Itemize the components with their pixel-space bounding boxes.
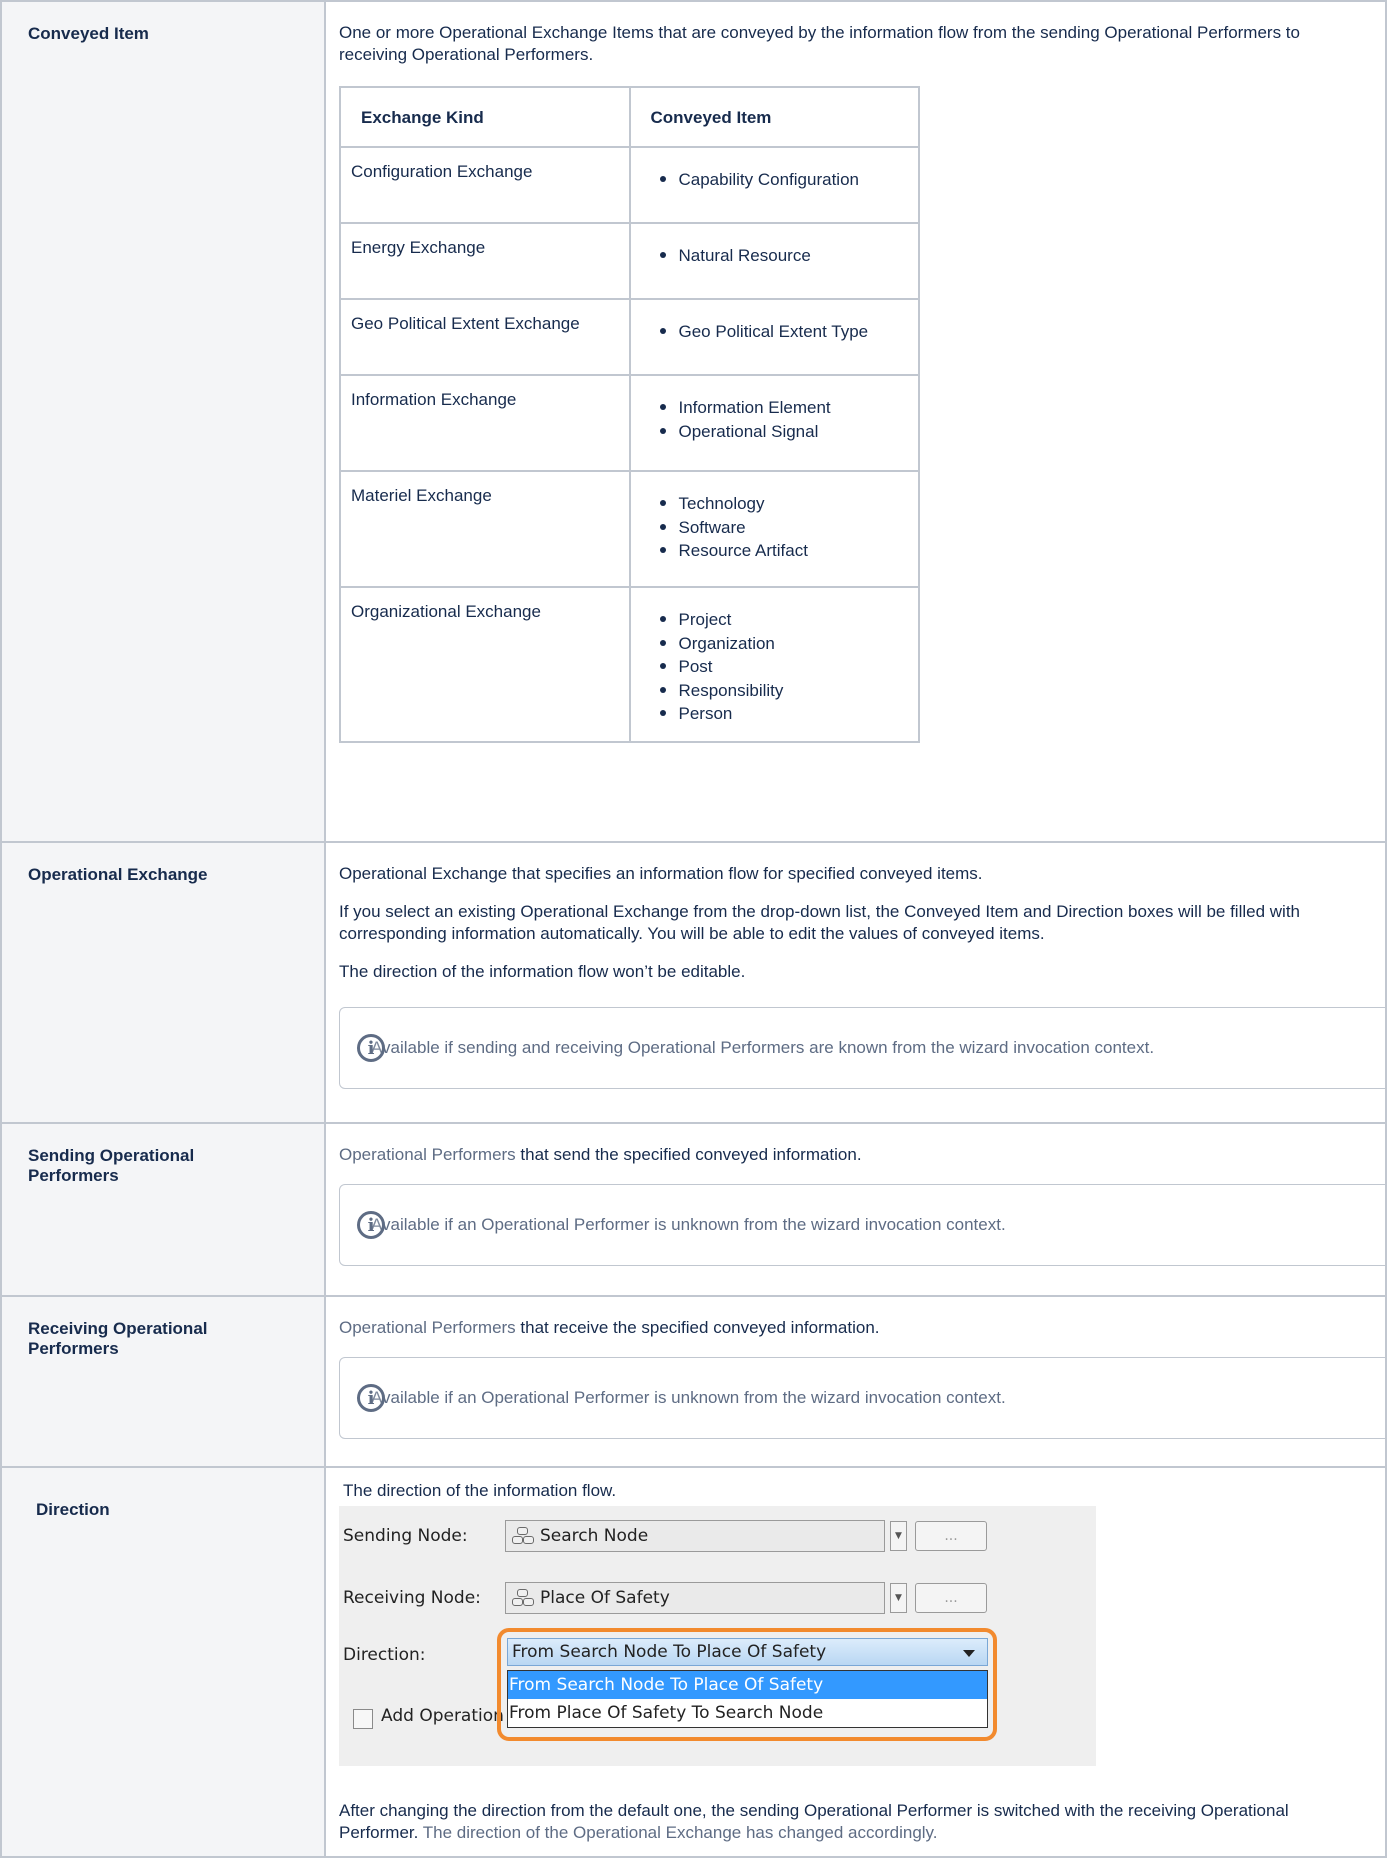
- row-content: The direction of the information flow. S…: [324, 1466, 1387, 1858]
- description: Operational Performers that send the spe…: [339, 1144, 1371, 1166]
- list-item: Natural Resource: [659, 244, 909, 268]
- description-text: that receive the specified conveyed info…: [515, 1318, 880, 1337]
- description: After changing the direction from the de…: [339, 1800, 1371, 1844]
- row-sending-performers: Sending Operational Performers Operation…: [0, 1122, 1387, 1297]
- info-panel: i Available if an Operational Performer …: [339, 1357, 1387, 1439]
- exchange-kind: Information Exchange: [339, 374, 631, 472]
- browse-button[interactable]: ...: [915, 1583, 987, 1613]
- exchange-kind: Materiel Exchange: [339, 470, 631, 588]
- info-panel: i Available if an Operational Performer …: [339, 1184, 1387, 1266]
- row-operational-exchange: Operational Exchange Operational Exchang…: [0, 841, 1387, 1124]
- direction-option[interactable]: From Search Node To Place Of Safety: [508, 1671, 987, 1699]
- info-text: Available if an Operational Performer is…: [371, 1388, 1006, 1407]
- list-item: Information Element: [659, 396, 909, 420]
- row-direction: Direction The direction of the informati…: [0, 1466, 1387, 1858]
- list-item: Organization: [659, 632, 909, 656]
- list-item: Post: [659, 655, 909, 679]
- direction-select[interactable]: From Search Node To Place Of Safety: [507, 1638, 988, 1666]
- add-operation-checkbox[interactable]: [353, 1709, 373, 1729]
- table-row: Materiel Exchange Technology Software Re…: [339, 470, 920, 588]
- operational-performers-link[interactable]: Operational Performers: [339, 1145, 516, 1164]
- row-conveyed-item: Conveyed Item One or more Operational Ex…: [0, 0, 1387, 843]
- row-content: Operational Performers that send the spe…: [324, 1122, 1387, 1297]
- description: If you select an existing Operational Ex…: [339, 902, 1300, 943]
- table-row: Configuration Exchange Capability Config…: [339, 146, 920, 224]
- info-panel: i Available if sending and receiving Ope…: [339, 1007, 1387, 1089]
- node-icon: [512, 1527, 534, 1545]
- direction-option[interactable]: From Place Of Safety To Search Node: [508, 1699, 987, 1727]
- label-line: Performers: [28, 1339, 119, 1358]
- description-text: that send the specified conveyed informa…: [515, 1145, 862, 1164]
- sending-node-label: Sending Node:: [343, 1526, 468, 1546]
- label-line: Sending Operational: [28, 1146, 195, 1165]
- sending-node-value: Search Node: [540, 1526, 649, 1546]
- conveyed-items: Capability Configuration: [628, 146, 920, 224]
- browse-button[interactable]: ...: [915, 1521, 987, 1551]
- direction-screenshot: Sending Node: Search Node ▼ ... Receivin…: [339, 1506, 1096, 1766]
- label-line: Performers: [28, 1166, 119, 1185]
- list-item: Technology: [659, 492, 909, 516]
- direction-label: Direction:: [343, 1645, 426, 1665]
- row-content: Operational Performers that receive the …: [324, 1295, 1387, 1468]
- add-operation-label: Add Operation: [381, 1706, 504, 1726]
- list-item: Person: [659, 702, 909, 726]
- row-label: Conveyed Item: [0, 0, 326, 843]
- row-content: Operational Exchange that specifies an i…: [324, 841, 1387, 1124]
- exchange-kind-table: Exchange Kind Conveyed Item Configuratio…: [339, 86, 920, 743]
- list-item: Project: [659, 608, 909, 632]
- list-item: Resource Artifact: [659, 539, 909, 563]
- info-text: Available if an Operational Performer is…: [371, 1215, 1006, 1234]
- list-item: Responsibility: [659, 679, 909, 703]
- properties-table: Conveyed Item One or more Operational Ex…: [0, 0, 1387, 1858]
- list-item: Operational Signal: [659, 420, 909, 444]
- info-icon: i: [357, 1211, 385, 1239]
- dropdown-arrow-icon[interactable]: ▼: [890, 1521, 907, 1551]
- description: The direction of the information flow wo…: [339, 962, 746, 981]
- table-row: Information Exchange Information Element…: [339, 374, 920, 472]
- description-note: The direction of the Operational Exchang…: [418, 1823, 938, 1842]
- table-row: Organizational Exchange Project Organiza…: [339, 586, 920, 743]
- highlight-frame: From Search Node To Place Of Safety From…: [497, 1628, 997, 1741]
- direction-value: From Search Node To Place Of Safety: [512, 1642, 827, 1662]
- description: The direction of the information flow.: [343, 1481, 617, 1500]
- operational-performers-link[interactable]: Operational Performers: [339, 1318, 516, 1337]
- info-text: Available if sending and receiving Opera…: [371, 1038, 1155, 1057]
- row-content: One or more Operational Exchange Items t…: [324, 0, 1387, 843]
- receiving-node-value: Place Of Safety: [540, 1588, 670, 1608]
- conveyed-items: Natural Resource: [628, 222, 920, 300]
- info-icon: i: [357, 1384, 385, 1412]
- label-line: Receiving Operational: [28, 1319, 208, 1338]
- receiving-node-combo[interactable]: Place Of Safety: [505, 1582, 885, 1614]
- row-label: Operational Exchange: [0, 841, 326, 1124]
- conveyed-items: Geo Political Extent Type: [628, 298, 920, 376]
- table-row: Energy Exchange Natural Resource: [339, 222, 920, 300]
- direction-options: From Search Node To Place Of Safety From…: [507, 1670, 988, 1728]
- exchange-kind: Configuration Exchange: [339, 146, 631, 224]
- description: Operational Performers that receive the …: [339, 1317, 1371, 1339]
- conveyed-items: Information Element Operational Signal: [628, 374, 920, 472]
- column-header: Conveyed Item: [628, 86, 920, 148]
- exchange-kind: Geo Political Extent Exchange: [339, 298, 631, 376]
- chevron-down-icon: [963, 1650, 975, 1657]
- exchange-kind: Energy Exchange: [339, 222, 631, 300]
- row-label: Sending Operational Performers: [0, 1122, 326, 1297]
- conveyed-items: Technology Software Resource Artifact: [628, 470, 920, 588]
- receiving-node-label: Receiving Node:: [343, 1588, 481, 1608]
- list-item: Software: [659, 516, 909, 540]
- info-icon: i: [357, 1034, 385, 1062]
- table-row: Geo Political Extent Exchange Geo Politi…: [339, 298, 920, 376]
- exchange-kind: Organizational Exchange: [339, 586, 631, 743]
- list-item: Capability Configuration: [659, 168, 909, 192]
- list-item: Geo Political Extent Type: [659, 320, 909, 344]
- node-icon: [512, 1589, 534, 1607]
- conveyed-items: Project Organization Post Responsibility…: [628, 586, 920, 743]
- dropdown-arrow-icon[interactable]: ▼: [890, 1583, 907, 1613]
- column-header: Exchange Kind: [339, 86, 631, 148]
- row-receiving-performers: Receiving Operational Performers Operati…: [0, 1295, 1387, 1468]
- row-label: Receiving Operational Performers: [0, 1295, 326, 1468]
- description: One or more Operational Exchange Items t…: [339, 23, 1300, 64]
- sending-node-combo[interactable]: Search Node: [505, 1520, 885, 1552]
- row-label: Direction: [0, 1466, 326, 1858]
- description: Operational Exchange that specifies an i…: [339, 864, 983, 883]
